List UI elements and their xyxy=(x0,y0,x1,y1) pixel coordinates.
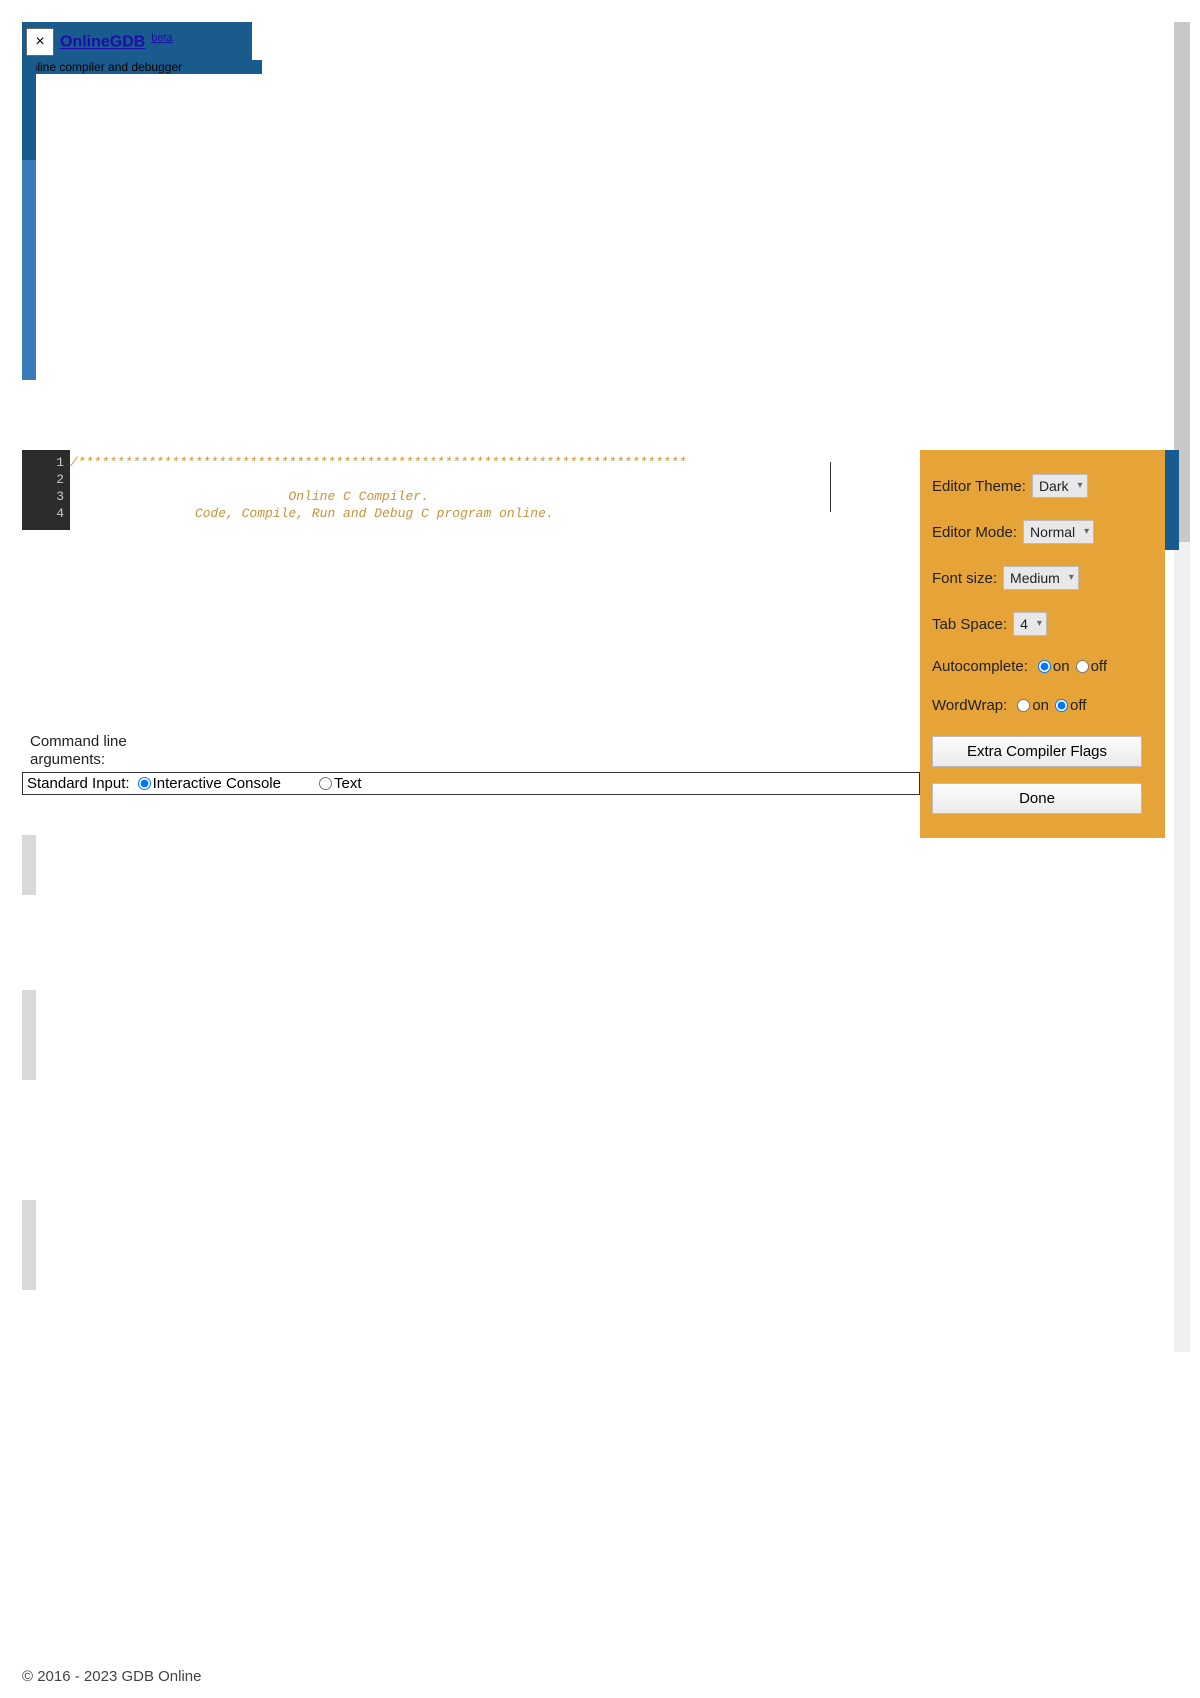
autocomplete-label: Autocomplete: xyxy=(932,658,1028,675)
left-gray-stub xyxy=(22,990,36,1080)
close-icon[interactable]: × xyxy=(26,28,54,56)
stdin-row: Standard Input: Interactive Console Text xyxy=(22,772,920,795)
footer-copyright: © 2016 - 2023 GDB Online xyxy=(22,1668,202,1685)
editor-theme-label: Editor Theme: xyxy=(932,478,1026,495)
code-editor[interactable]: 1 2 3 4 /*******************************… xyxy=(22,450,877,530)
editor-theme-select[interactable]: Dark xyxy=(1032,474,1088,498)
code-line: /***************************************… xyxy=(70,455,686,470)
stdin-label: Standard Input: xyxy=(27,775,130,792)
editor-mode-select[interactable]: Normal xyxy=(1023,520,1094,544)
line-number: 2 xyxy=(22,471,64,488)
wordwrap-off-radio[interactable] xyxy=(1055,699,1068,712)
font-size-label: Font size: xyxy=(932,570,997,587)
left-strip-light xyxy=(22,160,36,380)
line-number: 4 xyxy=(22,505,64,522)
vertical-scrollbar[interactable] xyxy=(1174,22,1190,1352)
close-glyph: × xyxy=(35,33,44,51)
cmd-args-label: Command line arguments: xyxy=(30,733,170,769)
code-line: Code, Compile, Run and Debug C program o… xyxy=(70,506,554,521)
left-gray-stub xyxy=(22,835,36,895)
tab-space-label: Tab Space: xyxy=(932,616,1007,633)
stdin-interactive-label: Interactive Console xyxy=(153,775,281,792)
code-area[interactable]: /***************************************… xyxy=(70,450,877,522)
tagline: online compiler and debugger xyxy=(22,60,262,74)
on-label: on xyxy=(1053,658,1070,675)
on-label: on xyxy=(1032,697,1049,714)
autocomplete-off-radio[interactable] xyxy=(1076,660,1089,673)
left-gray-stub xyxy=(22,1200,36,1290)
editor-mode-label: Editor Mode: xyxy=(932,524,1017,541)
autocomplete-on-radio[interactable] xyxy=(1038,660,1051,673)
wordwrap-on-radio[interactable] xyxy=(1017,699,1030,712)
code-line: Online C Compiler. xyxy=(70,489,429,504)
right-edge-strip xyxy=(1165,450,1179,550)
line-number-gutter: 1 2 3 4 xyxy=(22,450,70,530)
off-label: off xyxy=(1070,697,1086,714)
beta-link[interactable]: beta xyxy=(151,32,172,44)
off-label: off xyxy=(1091,658,1107,675)
stdin-text-label: Text xyxy=(334,775,362,792)
stdin-text-radio[interactable] xyxy=(319,777,332,790)
done-button[interactable]: Done xyxy=(932,783,1142,814)
editor-cursor xyxy=(830,462,831,512)
line-number: 3 xyxy=(22,488,64,505)
font-size-select[interactable]: Medium xyxy=(1003,566,1079,590)
settings-panel: Editor Theme: Dark Editor Mode: Normal F… xyxy=(920,450,1165,838)
stdin-interactive-radio[interactable] xyxy=(138,777,151,790)
header: × OnlineGDB beta xyxy=(22,22,252,62)
logo-link[interactable]: OnlineGDB xyxy=(60,34,145,51)
extra-compiler-flags-button[interactable]: Extra Compiler Flags xyxy=(932,736,1142,767)
wordwrap-label: WordWrap: xyxy=(932,697,1007,714)
tab-space-select[interactable]: 4 xyxy=(1013,612,1047,636)
line-number: 1 xyxy=(22,454,64,471)
